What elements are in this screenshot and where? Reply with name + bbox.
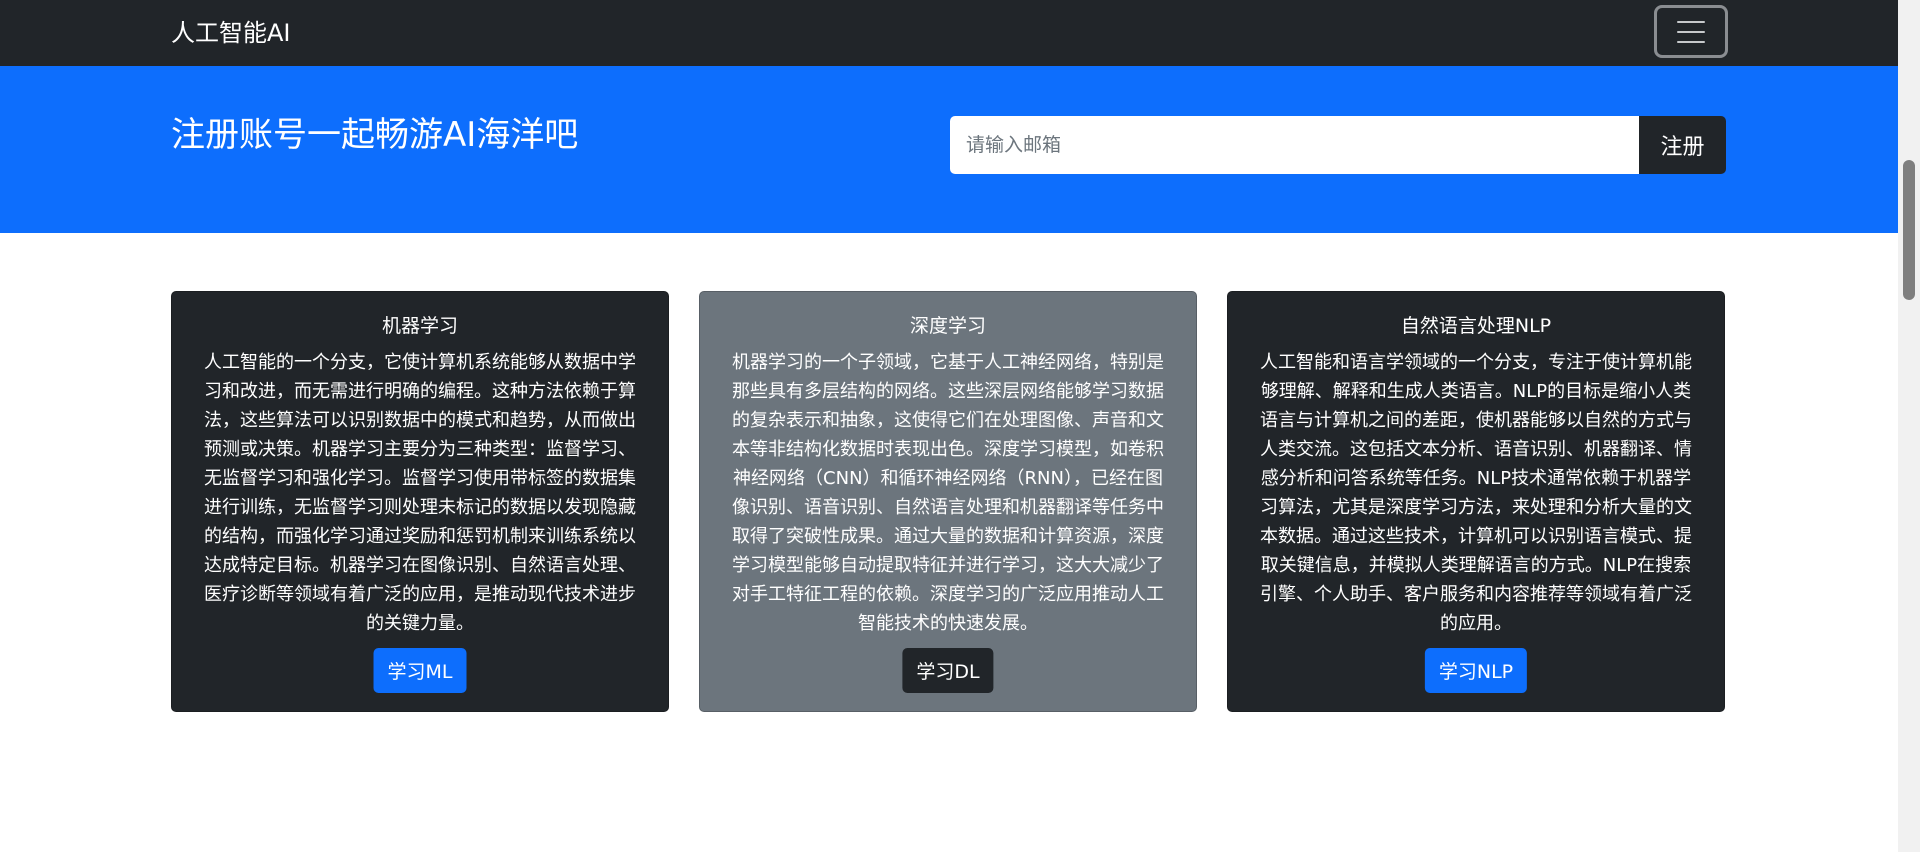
learn-nlp-button[interactable]: 学习NLP <box>1424 648 1528 693</box>
page: 人工智能AI 注册账号一起畅游AI海洋吧 注册 机器学习 人工智能的一个分支，它… <box>0 0 1898 852</box>
learn-ml-button[interactable]: 学习ML <box>373 648 467 693</box>
email-input[interactable] <box>950 116 1639 174</box>
card-text: 机器学习的一个子领域，它基于人工神经网络，特别是那些具有多层结构的网络。这些深层… <box>732 352 1164 634</box>
card-title: 机器学习 <box>381 315 458 337</box>
card-machine-learning: 机器学习 人工智能的一个分支，它使计算机系统能够从数据中学习和改进，而无需进行明… <box>171 291 669 712</box>
navbar-toggler-button[interactable] <box>1654 5 1728 58</box>
register-button[interactable]: 注册 <box>1639 116 1726 174</box>
card-text: 人工智能的一个分支，它使计算机系统能够从数据中学习和改进，而无需进行明确的编程。… <box>204 352 636 634</box>
signup-banner: 注册账号一起畅游AI海洋吧 注册 <box>0 66 1898 233</box>
card-nlp: 自然语言处理NLP 人工智能和语言学领域的一个分支，专注于使计算机能够理解、解释… <box>1227 291 1725 712</box>
top-navbar: 人工智能AI <box>0 0 1898 66</box>
learn-dl-button[interactable]: 学习DL <box>902 648 994 693</box>
card-deep-learning: 深度学习 机器学习的一个子领域，它基于人工神经网络，特别是那些具有多层结构的网络… <box>699 291 1197 712</box>
signup-headline: 注册账号一起畅游AI海洋吧 <box>171 115 579 155</box>
card-title: 深度学习 <box>909 315 986 337</box>
vertical-scrollbar[interactable] <box>1898 0 1920 852</box>
scrollbar-thumb[interactable] <box>1903 160 1915 300</box>
card-title: 自然语言处理NLP <box>1400 315 1552 337</box>
navbar-brand[interactable]: 人工智能AI <box>171 16 291 50</box>
card-text: 人工智能和语言学领域的一个分支，专注于使计算机能够理解、解释和生成人类语言。NL… <box>1260 352 1692 634</box>
